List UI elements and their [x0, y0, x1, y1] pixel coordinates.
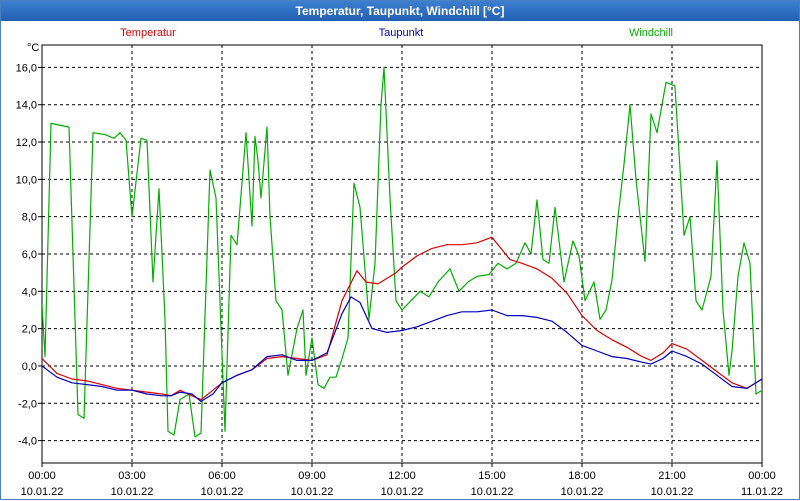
x-tick-date-label: 10.01.22	[111, 486, 154, 498]
legend-taupunkt: Taupunkt	[379, 27, 424, 39]
chart-window: Temperatur, Taupunkt, Windchill [°C] 16,…	[0, 0, 800, 500]
x-tick-date-label: 10.01.22	[21, 486, 64, 498]
line-chart: 16,014,012,010,08,06,04,02,00,0-2,0-4,0 …	[16, 27, 783, 498]
x-tick-date-label: 10.01.22	[651, 486, 694, 498]
x-tick-date-label: 10.01.22	[471, 486, 514, 498]
x-tick-date-label: 10.01.22	[381, 486, 424, 498]
y-axis-unit-label: °C	[27, 42, 39, 54]
x-tick-date-label: 10.01.22	[291, 486, 334, 498]
x-axis-ticks: 00:00 10.01.22 03:00 10.01.22 06:00 10.01.22 0…	[21, 463, 783, 498]
y-tick-label: 16,0	[16, 62, 37, 74]
y-tick-label: 12,0	[16, 137, 37, 149]
x-tick-time-label: 15:00	[478, 470, 506, 482]
y-tick-label: -2,0	[18, 398, 37, 410]
y-tick-label: 2,0	[22, 324, 37, 336]
x-tick-time-label: 09:00	[298, 470, 326, 482]
x-tick-time-label: 00:00	[28, 470, 56, 482]
x-tick-time-label: 21:00	[658, 470, 686, 482]
y-tick-label: -4,0	[18, 436, 37, 448]
x-tick-date-label: 11.01.22	[741, 486, 783, 498]
x-tick-time-label: 06:00	[208, 470, 236, 482]
x-tick-date-label: 10.01.22	[201, 486, 244, 498]
legend-windchill: Windchill	[629, 27, 673, 39]
x-tick-date-label: 10.01.22	[561, 486, 604, 498]
y-tick-label: 10,0	[16, 174, 37, 186]
legend-temperatur: Temperatur	[120, 27, 176, 39]
y-axis-ticks: 16,0 14,0 12,0 10,0 8,0 6,0 4,0 2,0 0,0 -2,0 -4,0	[16, 62, 42, 448]
y-tick-label: 0,0	[22, 361, 37, 373]
x-tick-time-label: 03:00	[118, 470, 146, 482]
y-tick-label: 4,0	[22, 286, 37, 298]
y-tick-label: 6,0	[22, 249, 37, 261]
x-tick-time-label: 00:00	[748, 470, 776, 482]
y-tick-label: 14,0	[16, 100, 37, 112]
x-tick-time-label: 18:00	[568, 470, 596, 482]
y-tick-label: 8,0	[22, 212, 37, 224]
x-tick-time-label: 12:00	[388, 470, 416, 482]
